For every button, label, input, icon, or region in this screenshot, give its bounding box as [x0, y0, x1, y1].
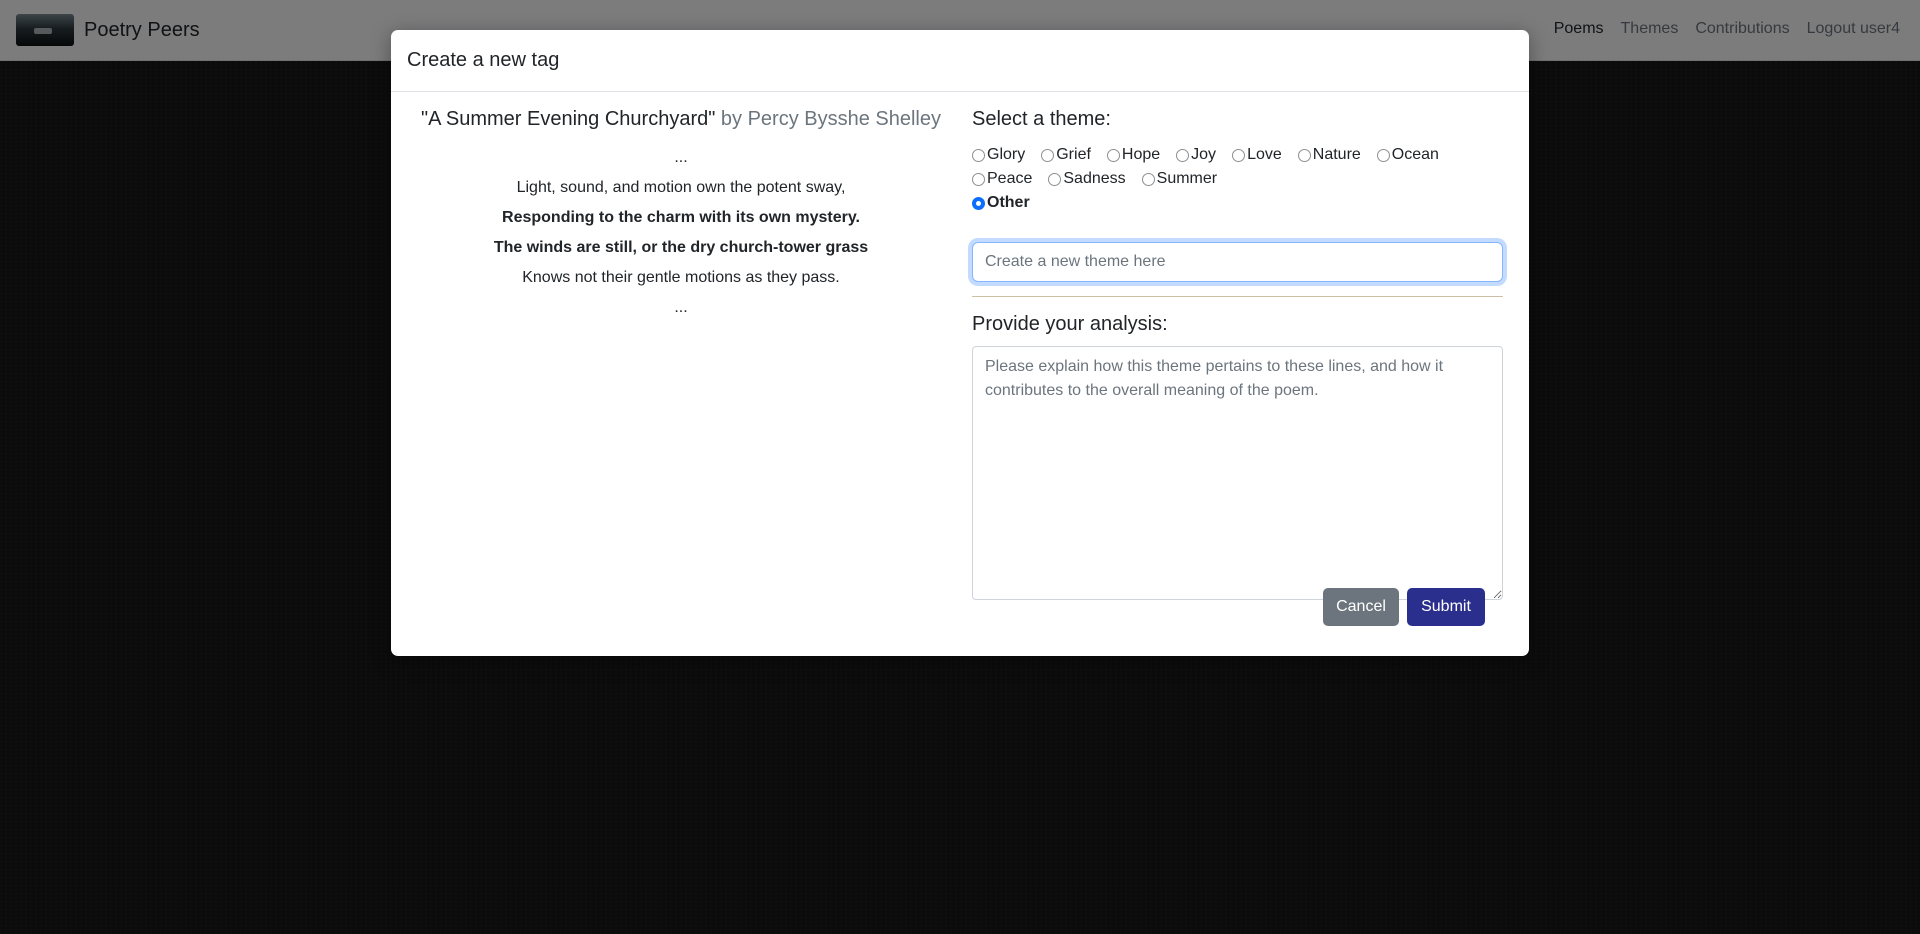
theme-option-sadness[interactable]: Sadness	[1048, 169, 1126, 189]
theme-option-joy[interactable]: Joy	[1176, 145, 1216, 165]
analysis-label: Provide your analysis:	[972, 313, 1168, 335]
submit-button[interactable]: Submit	[1407, 588, 1485, 626]
theme-option-glory[interactable]: Glory	[972, 145, 1025, 165]
poem-line: Knows not their gentle motions as they p…	[522, 269, 840, 286]
radio-button[interactable]	[1232, 148, 1246, 162]
theme-option-label: Glory	[987, 146, 1026, 163]
create-tag-modal: Create a new tag "A Summer Evening Churc…	[391, 30, 1529, 656]
poem-ellipsis-bottom: ...	[674, 299, 688, 316]
poem-line-highlighted: Responding to the charm with its own mys…	[502, 209, 860, 226]
poem-lines: ... Light, sound, and motion own the pot…	[391, 143, 971, 323]
theme-option-label: Joy	[1191, 146, 1217, 163]
theme-option-label: Summer	[1156, 170, 1218, 187]
poem-line-highlighted: The winds are still, or the dry church-t…	[493, 239, 869, 256]
analysis-textarea[interactable]	[972, 346, 1503, 600]
radio-button[interactable]	[1041, 148, 1055, 162]
radio-button[interactable]	[1141, 172, 1155, 186]
radio-button[interactable]	[972, 172, 985, 186]
cancel-button[interactable]: Cancel	[1323, 588, 1399, 626]
new-theme-input[interactable]	[972, 242, 1503, 282]
poem-line: Light, sound, and motion own the potent …	[516, 179, 846, 196]
theme-option-label: Nature	[1312, 146, 1361, 163]
theme-option-label: Sadness	[1063, 170, 1126, 187]
theme-option-grief[interactable]: Grief	[1041, 145, 1091, 165]
theme-label: Select a theme:	[972, 108, 1111, 130]
theme-option-label: Love	[1247, 146, 1282, 163]
theme-option-peace[interactable]: Peace	[972, 169, 1032, 189]
radio-button[interactable]	[1106, 148, 1120, 162]
theme-option-love[interactable]: Love	[1232, 145, 1282, 165]
theme-radio-group: Glory Grief Hope Joy Love Nature Ocean P…	[972, 145, 1503, 213]
radio-button[interactable]	[1048, 172, 1062, 186]
theme-option-other[interactable]: Other	[972, 193, 1487, 213]
poem-heading: "A Summer Evening Churchyard" by Percy B…	[391, 108, 971, 131]
theme-option-label: Ocean	[1391, 146, 1439, 163]
theme-option-nature[interactable]: Nature	[1297, 145, 1361, 165]
poem-excerpt: "A Summer Evening Churchyard" by Percy B…	[391, 92, 971, 323]
theme-option-label: Grief	[1056, 146, 1091, 163]
poem-author: by Percy Bysshe Shelley	[720, 108, 941, 130]
radio-button[interactable]	[1376, 148, 1390, 162]
modal-header: Create a new tag	[391, 30, 1529, 92]
radio-button[interactable]	[1297, 148, 1311, 162]
theme-option-label: Hope	[1121, 146, 1161, 163]
theme-option-label: Other	[987, 194, 1030, 211]
radio-button-selected[interactable]	[972, 196, 985, 210]
divider	[972, 296, 1503, 297]
theme-option-summer[interactable]: Summer	[1141, 169, 1218, 189]
poem-title: "A Summer Evening Churchyard"	[421, 108, 716, 130]
theme-option-label: Peace	[987, 170, 1033, 187]
theme-option-ocean[interactable]: Ocean	[1376, 145, 1439, 165]
radio-button[interactable]	[972, 148, 985, 162]
modal-title: Create a new tag	[407, 49, 560, 71]
poem-ellipsis-top: ...	[674, 149, 688, 166]
radio-button[interactable]	[1176, 148, 1190, 162]
theme-option-hope[interactable]: Hope	[1106, 145, 1161, 165]
